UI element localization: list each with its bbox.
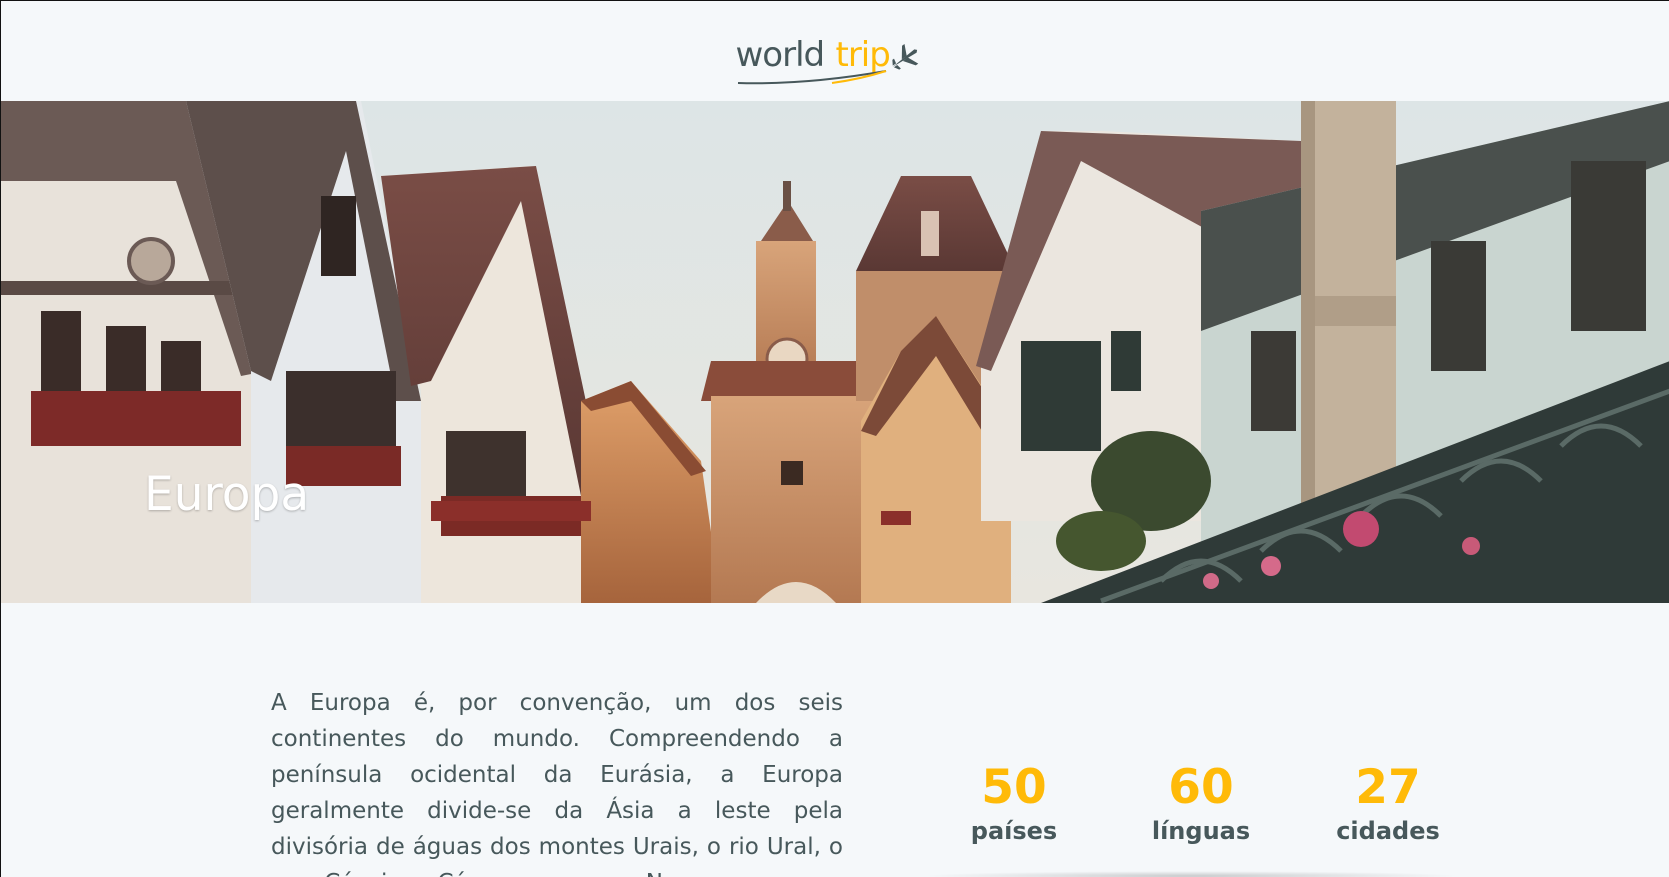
header: world trip [1, 1, 1669, 101]
continent-description: A Europa é, por convenção, um dos seis c… [271, 690, 843, 877]
continent-info: A Europa é, por convenção, um dos seis c… [1, 603, 1669, 877]
stat-countries: 50 países [921, 761, 1107, 847]
stat-languages-label: línguas [1151, 817, 1251, 845]
stat-languages-value: 60 [1168, 760, 1234, 815]
stat-countries-label: países [970, 817, 1058, 845]
section-shadow [921, 871, 1461, 877]
stat-cities-value: 27 [1355, 760, 1421, 815]
page: world trip Europa A Europa é, por conven… [0, 0, 1669, 877]
stats-row: 50 países 60 línguas 27 cidades [921, 761, 1481, 847]
banner-image [1, 101, 1669, 603]
stat-cities[interactable]: 27 cidades [1295, 761, 1481, 847]
continent-banner: Europa [1, 101, 1669, 603]
worldtrip-logo[interactable]: world trip [736, 21, 936, 85]
stat-languages: 60 línguas [1108, 761, 1294, 847]
airplane-icon [891, 44, 918, 70]
continent-title: Europa [144, 467, 310, 522]
stat-countries-value: 50 [981, 760, 1047, 815]
stat-cities-label: cidades [1336, 817, 1440, 845]
